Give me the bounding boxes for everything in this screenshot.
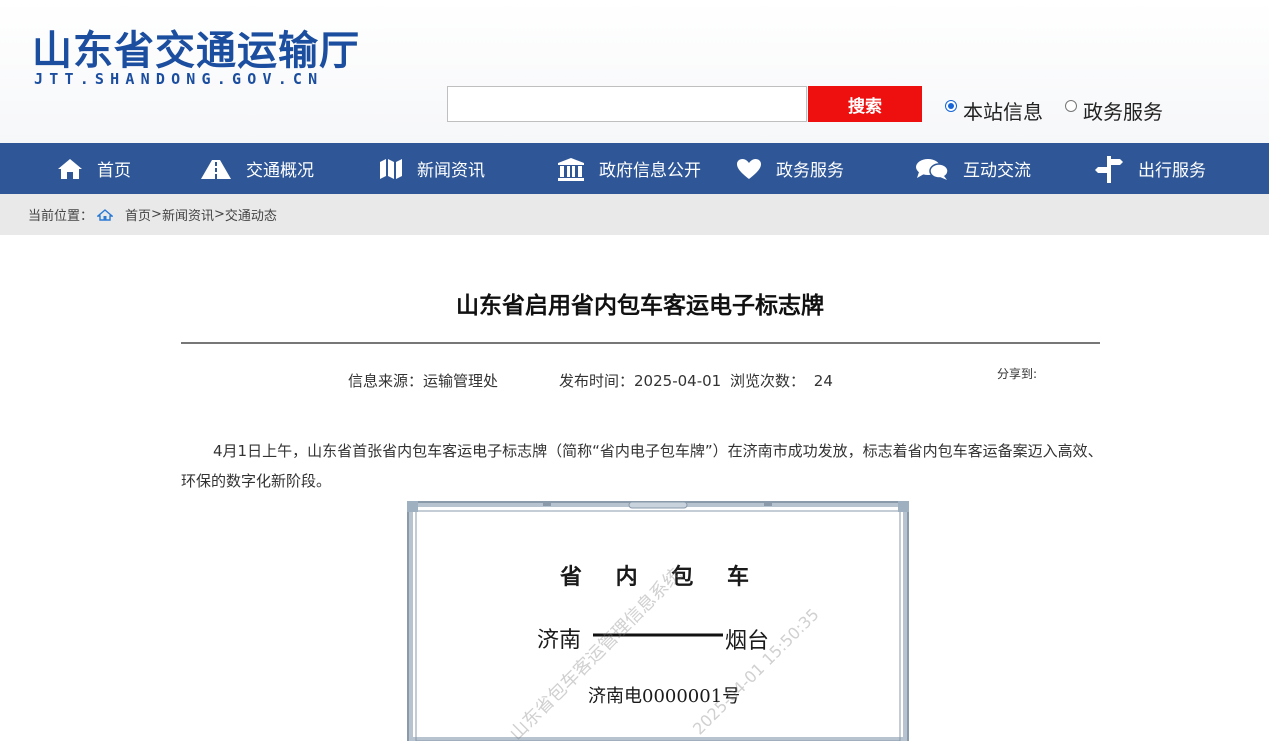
article-title: 山东省启用省内包车客运电子标志牌 [456, 293, 824, 319]
government-building-icon [558, 157, 584, 181]
nav-item-travel[interactable]: 出行服务 [1094, 143, 1206, 194]
site-logo-domain: JTT.SHANDONG.GOV.CN [34, 70, 324, 88]
nav-item-home[interactable]: 首页 [57, 143, 131, 194]
breadcrumb-link-home[interactable]: 首页 [125, 205, 151, 224]
chat-bubbles-icon [916, 158, 949, 180]
breadcrumb-link-news[interactable]: 新闻资讯 [162, 205, 214, 224]
nav-item-services-label: 政务服务 [776, 161, 844, 181]
site-logo-title[interactable]: 山东省交通运输厅 [32, 18, 360, 76]
site-header: 山东省交通运输厅 JTT.SHANDONG.GOV.CN 搜索 本站信息 政务服… [0, 0, 1269, 143]
article-date: 发布时间：2025-04-01 [559, 370, 721, 391]
search-input[interactable] [447, 86, 807, 122]
home-icon[interactable] [97, 208, 114, 221]
breadcrumb-separator: > [151, 207, 162, 222]
home-icon [58, 158, 82, 179]
article-image-license-plate: 省 内 包 车 济南 烟台 济南电0000001号 山东省包车客运管理信息系统 … [407, 501, 909, 741]
plate-origin: 济南 [537, 628, 582, 653]
search-scope-site-label: 本站信息 [963, 100, 1043, 124]
nav-item-gov-info[interactable]: 政府信息公开 [557, 143, 701, 194]
breadcrumb-separator: > [213, 207, 225, 222]
nav-item-overview-label: 交通概况 [246, 161, 314, 181]
source-value: 运输管理处 [423, 372, 499, 390]
breadcrumb-prefix: 当前位置： [28, 209, 94, 224]
nav-item-news[interactable]: 新闻资讯 [379, 143, 485, 194]
views-label: 浏览次数： [730, 372, 806, 390]
article-views: 浏览次数： 24 [730, 370, 833, 391]
date-value: 2025-04-01 [634, 372, 722, 390]
share-label: 分享到: [997, 367, 1038, 381]
heart-icon [737, 158, 761, 179]
nav-item-overview[interactable]: 交通概况 [200, 143, 314, 194]
search-scope-site-radio[interactable]: 本站信息 [945, 96, 1043, 125]
article-paragraph: 4月1日上午，山东省首张省内包车客运电子标志牌（简称“省内电子包车牌”）在济南市… [181, 442, 1103, 490]
search-scope-service-label: 政务服务 [1083, 100, 1163, 124]
title-divider [181, 342, 1100, 344]
nav-item-gov-info-label: 政府信息公开 [599, 161, 701, 181]
nav-item-interaction-label: 互动交流 [963, 161, 1031, 181]
nav-item-home-label: 首页 [97, 161, 131, 181]
nav-item-travel-label: 出行服务 [1138, 161, 1206, 181]
map-icon [380, 158, 402, 179]
radio-selected-icon[interactable] [945, 99, 957, 112]
breadcrumb-bar: 当前位置： 首页 > 新闻资讯 > 交通动态 [0, 194, 1269, 235]
search-button[interactable]: 搜索 [808, 86, 922, 122]
search-scope-service-radio[interactable]: 政务服务 [1065, 96, 1163, 125]
source-label: 信息来源： [348, 372, 424, 390]
breadcrumb-link-traffic[interactable]: 交通动态 [225, 205, 277, 224]
main-nav: 首页 交通概况 新闻资讯 政府信息公开 政务服务 互动交流 出行服务 [0, 143, 1269, 194]
views-value: 24 [813, 372, 833, 390]
date-label: 发布时间： [559, 372, 635, 390]
nav-item-news-label: 新闻资讯 [417, 161, 485, 181]
nav-item-services[interactable]: 政务服务 [736, 143, 844, 194]
signpost-icon [1095, 155, 1123, 183]
nav-item-interaction[interactable]: 互动交流 [915, 143, 1031, 194]
article-source: 信息来源：运输管理处 [348, 370, 498, 391]
breadcrumb: 当前位置： 首页 > 新闻资讯 > 交通动态 [28, 194, 277, 235]
road-icon [201, 159, 231, 179]
radio-unselected-icon[interactable] [1065, 99, 1077, 112]
